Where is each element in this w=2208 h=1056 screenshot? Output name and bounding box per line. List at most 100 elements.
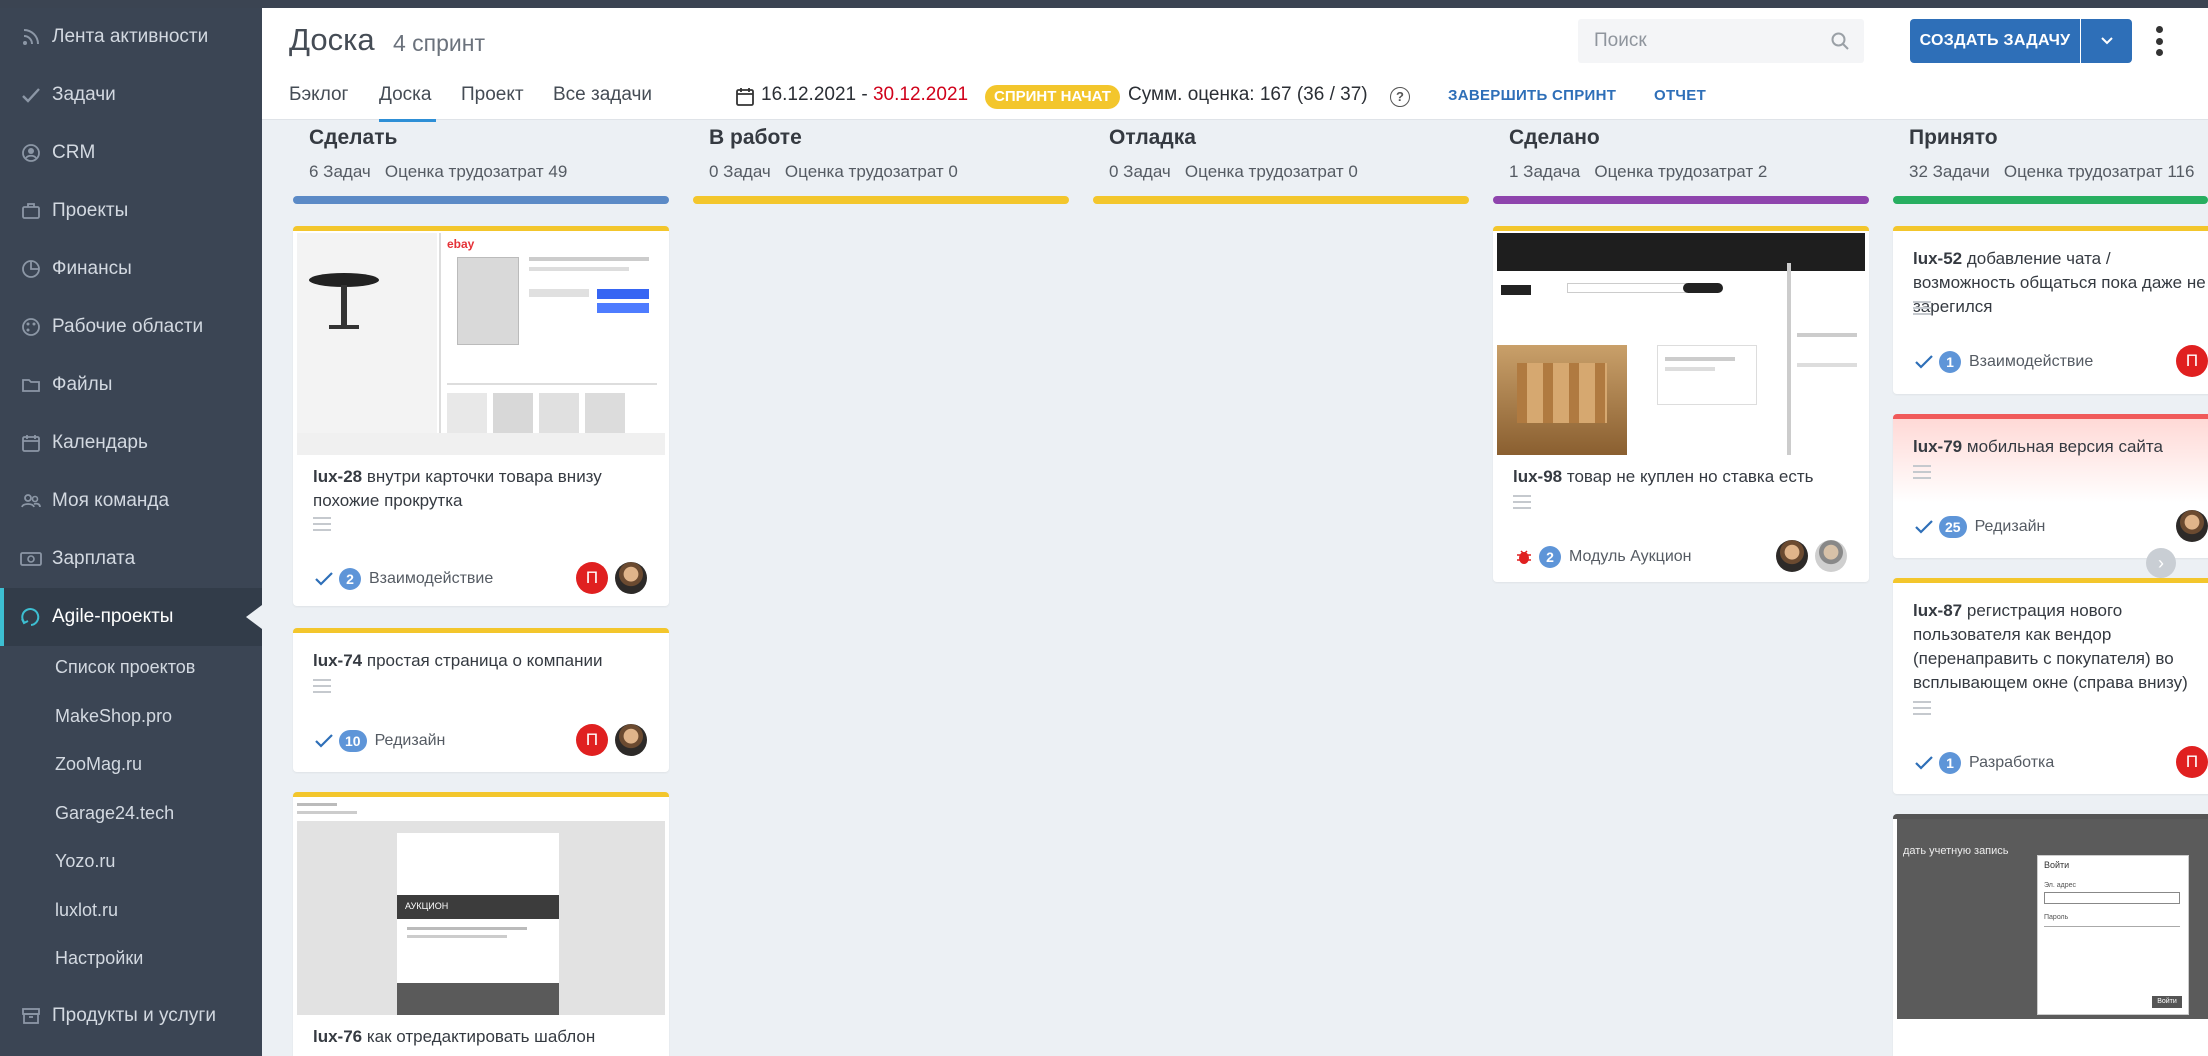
tab-backlog[interactable]: Бэклог [289,84,349,106]
avatar[interactable]: П [2176,746,2208,778]
sidebar-item-label: Проекты [52,200,129,221]
description-icon [313,517,331,531]
sidebar-item-activity[interactable]: Лента активности [0,8,262,66]
sidebar-subitem-settings[interactable]: Настройки [55,948,143,969]
sidebar-subitem-zoomag[interactable]: ZooMag.ru [55,754,142,775]
finish-sprint-button[interactable]: ЗАВЕРШИТЬ СПРИНТ [1448,87,1616,104]
ebay-logo: ebay [447,237,475,251]
sidebar-item-agile[interactable]: Agile-проекты [0,588,262,646]
report-button[interactable]: ОТЧЕТ [1654,87,1706,104]
sidebar-subitem-garage24[interactable]: Garage24.tech [55,803,174,824]
sidebar-item-tasks[interactable]: Задачи [0,66,262,124]
sprint-status-badge: СПРИНТ НАЧАТ [985,85,1120,109]
thumb-login-email: Эл. адрес [2044,882,2077,889]
rss-icon [20,26,42,48]
avatar[interactable] [2176,510,2208,542]
task-card-lux-87[interactable]: lux-87 регистрация нового пользователя к… [1893,578,2208,794]
subtask-count: 10 [339,730,367,752]
calendar-icon [20,432,42,454]
thumb-text: дать учетную запись [1903,845,2009,857]
sidebar-item-workspaces[interactable]: Рабочие области [0,298,262,356]
sidebar-item-label: CRM [52,142,96,163]
card-tag: Взаимодействие [369,570,494,587]
card-title: lux-28 внутри карточки товара внизу похо… [313,465,653,513]
avatar[interactable] [615,562,647,594]
column-summary-todo: 6 Задач Оценка трудозатрат 49 [309,162,568,181]
card-key: lux-79 [1913,437,1963,456]
sidebar-item-label: Моя команда [52,490,170,511]
check-icon [315,734,333,748]
search-placeholder: Поиск [1594,30,1647,51]
card-tag: Разработка [1969,754,2055,771]
sidebar-item-finance[interactable]: Финансы [0,240,262,298]
sidebar-item-projects[interactable]: Проекты [0,182,262,240]
sidebar-subitem-luxlot[interactable]: luxlot.ru [55,900,118,921]
sidebar-item-calendar[interactable]: Календарь [0,414,262,472]
column-title-in-progress: В работе [709,126,802,149]
sidebar-item-label: Лента активности [52,26,209,47]
money-icon [20,548,42,570]
sidebar: Лента активности Задачи CRM Проекты Фина… [0,8,262,1056]
create-task-dropdown-button[interactable] [2081,19,2132,63]
avatar[interactable] [1776,540,1808,572]
chevron-down-icon [2100,37,2113,45]
avatar[interactable]: П [576,562,608,594]
sidebar-subitem-makeshop[interactable]: MakeShop.pro [55,706,172,727]
card-key: lux-76 [313,1027,363,1046]
avatar[interactable] [615,724,647,756]
sprint-date-end: 30.12.2021 [872,84,969,105]
card-title: lux-79 мобильная версия сайта [1913,435,2208,459]
task-card-partial[interactable]: дать учетную запись Войти Эл. адрес Паро… [1893,814,2208,1056]
card-title: lux-74 простая страница о компании [313,649,653,673]
avatar[interactable]: П [576,724,608,756]
sprint-date-start: 16.12.2021 [761,84,857,105]
briefcase-icon [20,200,42,222]
tab-board[interactable]: Доска [379,84,431,106]
search-input[interactable]: Поиск [1578,19,1864,63]
active-tab-indicator [379,119,436,122]
sidebar-item-salary[interactable]: Зарплата [0,530,262,588]
help-icon[interactable]: ? [1390,87,1410,107]
sidebar-item-crm[interactable]: CRM [0,124,262,182]
subtask-count: 2 [339,568,361,590]
avatar[interactable]: П [2176,345,2208,377]
tab-project[interactable]: Проект [461,84,524,106]
sidebar-subitem-yozo[interactable]: Yozo.ru [55,851,115,872]
card-meta: 25 Редизайн [1915,516,2045,538]
sidebar-item-products[interactable]: Продукты и услуги [0,987,262,1045]
agile-icon [20,606,42,628]
card-thumbnail: ebay [297,233,665,455]
card-title: lux-52 добавление чата / возможность общ… [1913,247,2208,319]
column-title-debug: Отладка [1109,126,1196,149]
sidebar-subitem-projects-list[interactable]: Список проектов [55,657,195,678]
sidebar-item-label: Финансы [52,258,132,279]
task-card-lux-74[interactable]: lux-74 простая страница о компании 10 Ре… [293,628,669,772]
sidebar-item-label: Рабочие области [52,316,204,337]
card-meta: 1 Разработка [1915,752,2054,774]
sidebar-item-team[interactable]: Моя команда [0,472,262,530]
card-thumbnail: дать учетную запись Войти Эл. адрес Паро… [1897,819,2208,1019]
card-title-text: товар не куплен но ставка есть [1566,467,1814,486]
card-key: lux-28 [313,467,363,486]
column-title-accepted: Принято [1909,126,1998,149]
task-card-lux-98[interactable]: lux-98 товар не куплен но ставка есть 2 … [1493,226,1869,582]
task-card-lux-76[interactable]: АУКЦИОН lux-76 как отредактировать шабло… [293,792,669,1056]
sidebar-item-files[interactable]: Файлы [0,356,262,414]
check-icon [1915,520,1933,534]
avatar[interactable] [1815,540,1847,572]
create-task-button[interactable]: СОЗДАТЬ ЗАДАЧУ [1910,19,2080,63]
card-meta: 2 Взаимодействие [315,568,493,590]
scroll-right-button[interactable]: › [2146,548,2176,578]
task-card-lux-28[interactable]: ebay lux-28 внутри карточки товара внизу… [293,226,669,606]
sidebar-item-label: Продукты и услуги [52,1005,216,1026]
task-card-lux-52[interactable]: lux-52 добавление чата / возможность общ… [1893,226,2208,394]
card-key: lux-74 [313,651,363,670]
check-icon [1915,756,1933,770]
bug-icon [1517,550,1531,564]
more-menu-button[interactable] [2152,22,2166,60]
column-summary-done: 1 Задача Оценка трудозатрат 2 [1509,162,1768,181]
task-card-lux-79[interactable]: lux-79 мобильная версия сайта 25 Редизай… [1893,414,2208,558]
tab-all-tasks[interactable]: Все задачи [553,84,652,106]
card-title-text: простая страница о компании [366,651,603,670]
check-icon [1915,355,1933,369]
